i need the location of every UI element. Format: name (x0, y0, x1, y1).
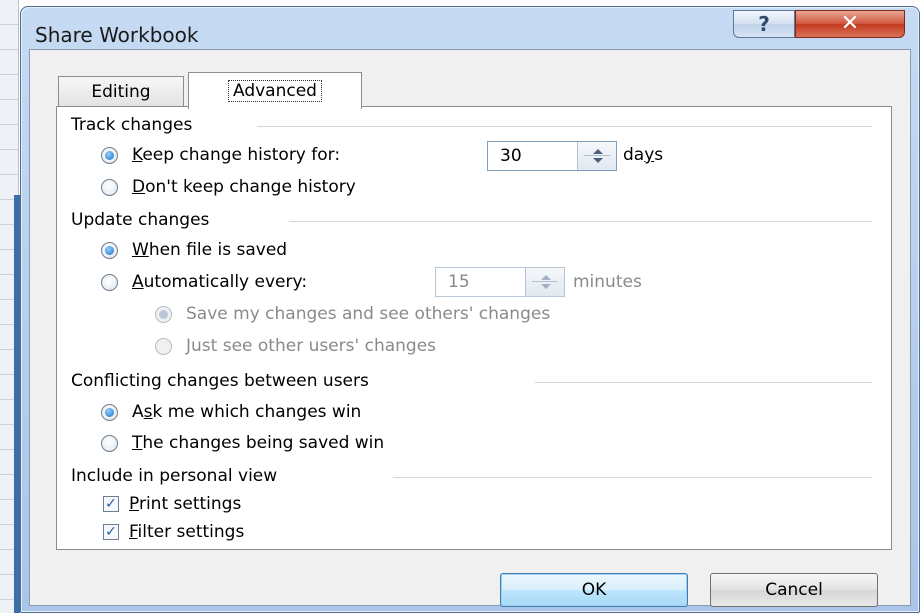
just-see-label: Just see other users' changes (186, 336, 437, 356)
print-settings-option[interactable]: ✓ Print settings (103, 494, 241, 514)
ok-button[interactable]: OK (500, 573, 688, 607)
tab-advanced-label: Advanced (228, 80, 322, 102)
spin-divider (584, 155, 610, 156)
print-settings-checkbox[interactable]: ✓ (103, 496, 119, 512)
days-spin-arrows[interactable] (577, 142, 616, 170)
dialog-body: Editing Advanced Track changes Keep chan… (29, 49, 911, 607)
being-saved-option[interactable]: The changes being saved win (101, 433, 384, 453)
automatically-radio[interactable] (101, 273, 118, 291)
help-button[interactable]: ? (733, 10, 795, 38)
tab-editing-label: Editing (91, 82, 151, 102)
share-workbook-dialog: Share Workbook ? ✕ Editing Advanced Trac… (20, 6, 920, 613)
being-saved-label: The changes being saved win (132, 433, 385, 453)
keep-history-radio[interactable] (101, 146, 118, 164)
tab-editing[interactable]: Editing (58, 76, 184, 107)
track-changes-divider (257, 126, 872, 127)
filter-settings-option[interactable]: ✓ Filter settings (103, 522, 244, 542)
track-changes-header: Track changes (71, 115, 193, 135)
advanced-tab-panel: Track changes Keep change history for: 3… (56, 106, 892, 550)
personal-view-divider (393, 477, 872, 478)
print-settings-label: Print settings (129, 494, 242, 514)
automatically-label: Automatically every: (132, 272, 308, 292)
update-changes-header: Update changes (71, 210, 210, 230)
dont-keep-history-option[interactable]: Don't keep change history (101, 177, 356, 197)
question-icon: ? (758, 12, 770, 36)
keep-history-label: Keep change history for: (132, 145, 341, 165)
save-my-changes-option: Save my changes and see others' changes (155, 304, 550, 324)
close-icon: ✕ (840, 11, 860, 36)
when-saved-option[interactable]: When file is saved (101, 240, 287, 260)
dialog-title: Share Workbook (35, 23, 199, 47)
spin-up-icon[interactable] (593, 149, 603, 154)
save-my-changes-radio (155, 305, 172, 323)
spin-up-icon (541, 275, 551, 280)
filter-settings-checkbox[interactable]: ✓ (103, 524, 119, 540)
ask-me-radio[interactable] (101, 403, 118, 421)
automatically-option[interactable]: Automatically every: (101, 272, 307, 292)
dont-keep-history-radio[interactable] (101, 178, 118, 196)
conflicting-changes-header: Conflicting changes between users (71, 371, 369, 391)
days-unit: days (623, 145, 664, 165)
days-spinner[interactable]: 30 (487, 141, 617, 171)
ask-me-label: Ask me which changes win (132, 402, 362, 422)
tab-advanced[interactable]: Advanced (188, 72, 362, 109)
spin-down-icon[interactable] (593, 158, 603, 163)
minutes-value: 15 (448, 272, 470, 292)
dont-keep-history-label: Don't keep change history (132, 177, 356, 197)
update-changes-divider (289, 221, 872, 222)
when-saved-radio[interactable] (101, 241, 118, 259)
spin-divider (532, 281, 558, 282)
spin-down-icon (541, 284, 551, 289)
being-saved-radio[interactable] (101, 434, 118, 452)
close-button[interactable]: ✕ (795, 10, 905, 38)
ask-me-option[interactable]: Ask me which changes win (101, 402, 361, 422)
personal-view-header: Include in personal view (71, 466, 278, 486)
days-value: 30 (500, 146, 522, 166)
minutes-unit: minutes (573, 272, 642, 292)
cancel-button[interactable]: Cancel (710, 573, 878, 607)
keep-history-option[interactable]: Keep change history for: (101, 145, 340, 165)
minutes-spinner: 15 (435, 267, 565, 297)
conflicting-changes-divider (535, 382, 872, 383)
minutes-spin-arrows (525, 268, 564, 296)
just-see-option: Just see other users' changes (155, 336, 436, 356)
just-see-radio (155, 337, 172, 355)
filter-settings-label: Filter settings (129, 522, 245, 542)
when-saved-label: When file is saved (132, 240, 288, 260)
save-my-changes-label: Save my changes and see others' changes (186, 304, 551, 324)
